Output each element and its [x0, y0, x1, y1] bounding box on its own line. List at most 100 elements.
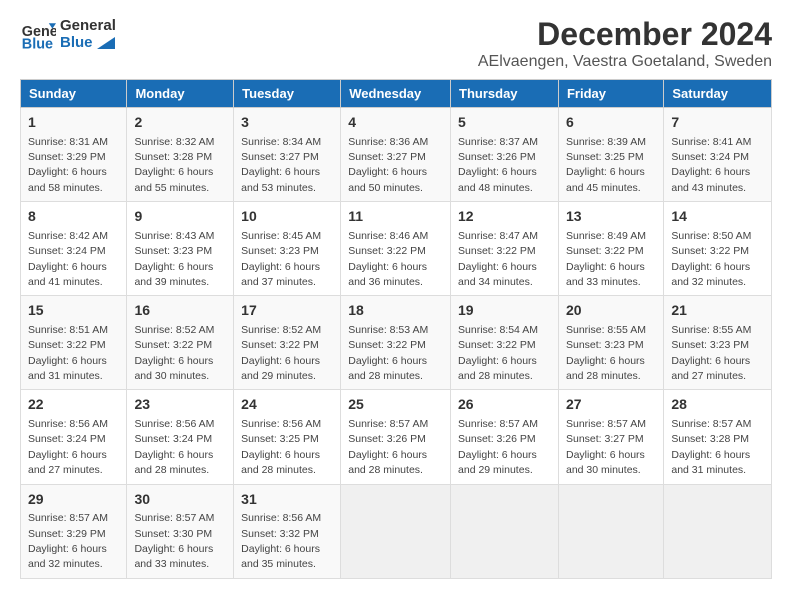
calendar-cell: 1Sunrise: 8:31 AM Sunset: 3:29 PM Daylig…: [21, 108, 127, 202]
calendar-cell: 4Sunrise: 8:36 AM Sunset: 3:27 PM Daylig…: [341, 108, 451, 202]
day-number: 28: [671, 395, 764, 415]
calendar-cell: 25Sunrise: 8:57 AM Sunset: 3:26 PM Dayli…: [341, 390, 451, 484]
calendar-cell: 17Sunrise: 8:52 AM Sunset: 3:22 PM Dayli…: [234, 296, 341, 390]
day-number: 15: [28, 301, 119, 321]
day-number: 6: [566, 113, 656, 133]
day-info: Sunrise: 8:52 AM Sunset: 3:22 PM Dayligh…: [134, 324, 214, 382]
day-number: 20: [566, 301, 656, 321]
day-number: 5: [458, 113, 551, 133]
title-area: December 2024 AElvaengen, Vaestra Goetal…: [478, 16, 772, 71]
calendar-cell: 3Sunrise: 8:34 AM Sunset: 3:27 PM Daylig…: [234, 108, 341, 202]
day-info: Sunrise: 8:56 AM Sunset: 3:24 PM Dayligh…: [28, 418, 108, 476]
week-row-1: 1Sunrise: 8:31 AM Sunset: 3:29 PM Daylig…: [21, 108, 772, 202]
calendar-cell: [664, 484, 772, 578]
day-number: 13: [566, 207, 656, 227]
calendar-cell: 31Sunrise: 8:56 AM Sunset: 3:32 PM Dayli…: [234, 484, 341, 578]
day-info: Sunrise: 8:39 AM Sunset: 3:25 PM Dayligh…: [566, 136, 646, 194]
calendar-cell: 24Sunrise: 8:56 AM Sunset: 3:25 PM Dayli…: [234, 390, 341, 484]
day-info: Sunrise: 8:54 AM Sunset: 3:22 PM Dayligh…: [458, 324, 538, 382]
logo-general: General: [60, 17, 116, 34]
logo-blue: Blue: [60, 34, 116, 51]
day-number: 8: [28, 207, 119, 227]
day-number: 29: [28, 490, 119, 510]
day-info: Sunrise: 8:46 AM Sunset: 3:22 PM Dayligh…: [348, 230, 428, 288]
calendar-cell: [558, 484, 663, 578]
col-header-wednesday: Wednesday: [341, 80, 451, 108]
calendar-cell: [341, 484, 451, 578]
day-info: Sunrise: 8:57 AM Sunset: 3:28 PM Dayligh…: [671, 418, 751, 476]
day-info: Sunrise: 8:56 AM Sunset: 3:25 PM Dayligh…: [241, 418, 321, 476]
day-info: Sunrise: 8:57 AM Sunset: 3:27 PM Dayligh…: [566, 418, 646, 476]
day-info: Sunrise: 8:34 AM Sunset: 3:27 PM Dayligh…: [241, 136, 321, 194]
calendar-cell: 11 Sunrise: 8:46 AM Sunset: 3:22 PM Dayli…: [341, 202, 451, 296]
svg-text:Blue: Blue: [22, 36, 53, 52]
calendar-cell: 23Sunrise: 8:56 AM Sunset: 3:24 PM Dayli…: [127, 390, 234, 484]
day-info: Sunrise: 8:55 AM Sunset: 3:23 PM Dayligh…: [566, 324, 646, 382]
calendar-cell: 7 Sunrise: 8:41 AM Sunset: 3:24 PM Daylig…: [664, 108, 772, 202]
calendar-cell: 21Sunrise: 8:55 AM Sunset: 3:23 PM Dayli…: [664, 296, 772, 390]
day-info: Sunrise: 8:51 AM Sunset: 3:22 PM Dayligh…: [28, 324, 108, 382]
calendar-cell: 5 Sunrise: 8:37 AM Sunset: 3:26 PM Daylig…: [451, 108, 559, 202]
day-number: 22: [28, 395, 119, 415]
day-number: 10: [241, 207, 333, 227]
day-info: Sunrise: 8:55 AM Sunset: 3:23 PM Dayligh…: [671, 324, 751, 382]
day-info: Sunrise: 8:57 AM Sunset: 3:26 PM Dayligh…: [458, 418, 538, 476]
day-number: 1: [28, 113, 119, 133]
calendar-cell: [451, 484, 559, 578]
week-row-4: 22 Sunrise: 8:56 AM Sunset: 3:24 PM Dayli…: [21, 390, 772, 484]
day-number: 4: [348, 113, 443, 133]
day-info: Sunrise: 8:42 AM Sunset: 3:24 PM Dayligh…: [28, 230, 108, 288]
calendar-header-row: SundayMondayTuesdayWednesdayThursdayFrid…: [21, 80, 772, 108]
day-number: 26: [458, 395, 551, 415]
day-info: Sunrise: 8:57 AM Sunset: 3:30 PM Dayligh…: [134, 512, 214, 570]
calendar-cell: 2Sunrise: 8:32 AM Sunset: 3:28 PM Daylig…: [127, 108, 234, 202]
calendar-body: 1Sunrise: 8:31 AM Sunset: 3:29 PM Daylig…: [21, 108, 772, 579]
calendar-cell: 9Sunrise: 8:43 AM Sunset: 3:23 PM Daylig…: [127, 202, 234, 296]
day-number: 19: [458, 301, 551, 321]
calendar-cell: 16 Sunrise: 8:52 AM Sunset: 3:22 PM Dayli…: [127, 296, 234, 390]
logo: General Blue General Blue: [20, 16, 116, 52]
day-number: 17: [241, 301, 333, 321]
calendar-cell: 13 Sunrise: 8:49 AM Sunset: 3:22 PM Dayli…: [558, 202, 663, 296]
week-row-5: 29Sunrise: 8:57 AM Sunset: 3:29 PM Dayli…: [21, 484, 772, 578]
logo-icon: General Blue: [20, 16, 56, 52]
col-header-tuesday: Tuesday: [234, 80, 341, 108]
day-number: 14: [671, 207, 764, 227]
day-number: 27: [566, 395, 656, 415]
calendar-cell: 6 Sunrise: 8:39 AM Sunset: 3:25 PM Daylig…: [558, 108, 663, 202]
day-number: 16: [134, 301, 226, 321]
week-row-3: 15 Sunrise: 8:51 AM Sunset: 3:22 PM Dayli…: [21, 296, 772, 390]
day-info: Sunrise: 8:56 AM Sunset: 3:24 PM Dayligh…: [134, 418, 214, 476]
calendar-cell: 15 Sunrise: 8:51 AM Sunset: 3:22 PM Dayli…: [21, 296, 127, 390]
day-info: Sunrise: 8:57 AM Sunset: 3:29 PM Dayligh…: [28, 512, 108, 570]
day-info: Sunrise: 8:37 AM Sunset: 3:26 PM Dayligh…: [458, 136, 538, 194]
col-header-saturday: Saturday: [664, 80, 772, 108]
calendar-cell: 27 Sunrise: 8:57 AM Sunset: 3:27 PM Dayli…: [558, 390, 663, 484]
col-header-sunday: Sunday: [21, 80, 127, 108]
day-info: Sunrise: 8:41 AM Sunset: 3:24 PM Dayligh…: [671, 136, 751, 194]
calendar-cell: 20 Sunrise: 8:55 AM Sunset: 3:23 PM Dayli…: [558, 296, 663, 390]
day-number: 11: [348, 207, 443, 227]
calendar-cell: 18Sunrise: 8:53 AM Sunset: 3:22 PM Dayli…: [341, 296, 451, 390]
day-number: 12: [458, 207, 551, 227]
calendar-cell: 14Sunrise: 8:50 AM Sunset: 3:22 PM Dayli…: [664, 202, 772, 296]
calendar-cell: 28 Sunrise: 8:57 AM Sunset: 3:28 PM Dayli…: [664, 390, 772, 484]
sub-title: AElvaengen, Vaestra Goetaland, Sweden: [478, 53, 772, 71]
day-info: Sunrise: 8:57 AM Sunset: 3:26 PM Dayligh…: [348, 418, 428, 476]
calendar-cell: 12 Sunrise: 8:47 AM Sunset: 3:22 PM Dayli…: [451, 202, 559, 296]
day-info: Sunrise: 8:53 AM Sunset: 3:22 PM Dayligh…: [348, 324, 428, 382]
day-number: 30: [134, 490, 226, 510]
header: General Blue General Blue December 2024 …: [20, 16, 772, 71]
calendar-cell: 22 Sunrise: 8:56 AM Sunset: 3:24 PM Dayli…: [21, 390, 127, 484]
col-header-monday: Monday: [127, 80, 234, 108]
day-number: 31: [241, 490, 333, 510]
day-number: 7: [671, 113, 764, 133]
calendar-cell: 26 Sunrise: 8:57 AM Sunset: 3:26 PM Dayli…: [451, 390, 559, 484]
day-info: Sunrise: 8:45 AM Sunset: 3:23 PM Dayligh…: [241, 230, 321, 288]
col-header-friday: Friday: [558, 80, 663, 108]
day-info: Sunrise: 8:47 AM Sunset: 3:22 PM Dayligh…: [458, 230, 538, 288]
day-number: 2: [134, 113, 226, 133]
day-info: Sunrise: 8:49 AM Sunset: 3:22 PM Dayligh…: [566, 230, 646, 288]
calendar-table: SundayMondayTuesdayWednesdayThursdayFrid…: [20, 79, 772, 579]
calendar-cell: 30Sunrise: 8:57 AM Sunset: 3:30 PM Dayli…: [127, 484, 234, 578]
